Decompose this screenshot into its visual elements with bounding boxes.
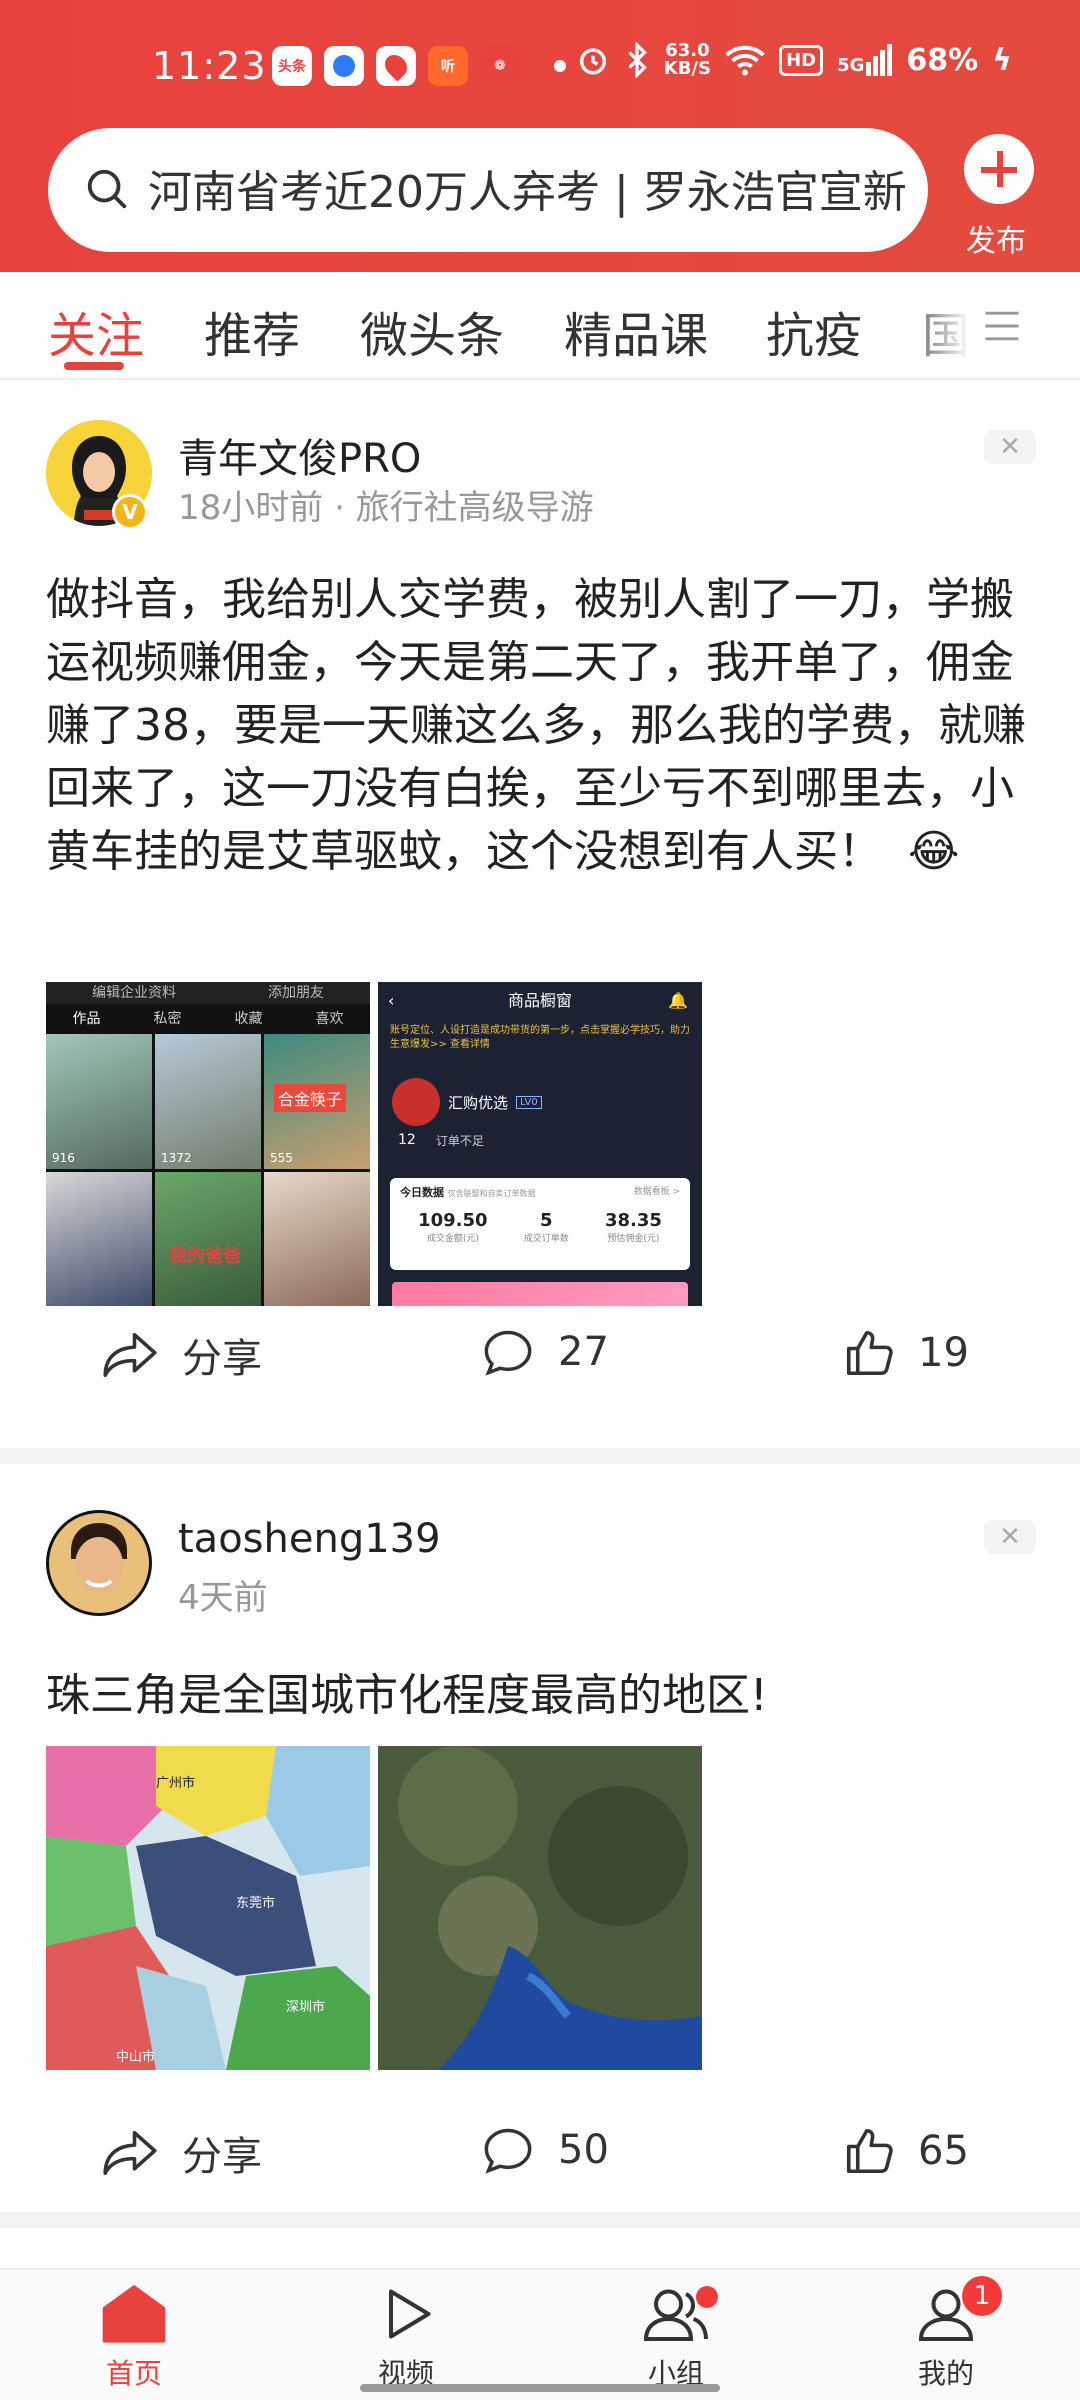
home-indicator[interactable] [360, 2384, 720, 2392]
publish-button[interactable]: 发布 [964, 134, 1034, 260]
post-image-2[interactable]: ‹ 商品橱窗 🔔 账号定位、人设打造是成功带货的第一步，点击掌握必学技巧，助力生意爆… [378, 982, 702, 1306]
tab-micro-headline[interactable]: 微头条 [360, 296, 504, 366]
nav-me[interactable]: 我的 1 [886, 2276, 1006, 2392]
charging-icon: ϟ [992, 42, 1012, 78]
comment-icon [484, 2128, 532, 2174]
post-actions: 分享 50 65 [0, 2124, 1080, 2204]
satellite-map-icon [378, 1746, 702, 2070]
publish-label: 发布 [966, 224, 1026, 259]
post-meta: 4天前 [178, 1578, 268, 1618]
nav-groups[interactable]: 小组 [616, 2284, 736, 2392]
dismiss-button[interactable]: ✕ [984, 430, 1036, 464]
post-text: 做抖音，我给别人交学费，被别人割了一刀，学搬运视频赚佣金，今天是第二天了，我开单… [46, 574, 1026, 877]
share-button[interactable]: 分享 [100, 1326, 262, 1384]
share-icon [103, 1332, 157, 1378]
bottom-nav: 首页 视频 小组 我的 1 [0, 2268, 1080, 2400]
verified-badge: V [112, 494, 148, 530]
post-actions [0, 1464, 1080, 1544]
like-button[interactable]: 65 [842, 2124, 969, 2178]
post-actions: 分享 27 19 [0, 1326, 1080, 1406]
tab-following[interactable]: 关注 [48, 296, 144, 366]
notification-dot-icon [554, 60, 566, 72]
gift-app-icon: ❁ [480, 46, 520, 86]
signal-icon: 5G [837, 44, 893, 76]
net-speed: 63.0 KB/S [663, 40, 712, 79]
active-tab-indicator [64, 362, 124, 370]
audio-app-icon: 听 [428, 46, 468, 86]
search-bar[interactable]: 河南省考近20万人弃考 | 罗永浩官宣新 [48, 128, 928, 252]
notification-badge: 1 [962, 2276, 1002, 2316]
post-image-map[interactable]: 广州市 东莞市 深圳市 中山市 [46, 1746, 370, 2070]
post-separator [0, 2212, 1080, 2228]
tab-fade [910, 290, 970, 360]
search-icon [87, 169, 127, 209]
category-tabs: 关注 推荐 微头条 精品课 抗疫 国 [0, 272, 1080, 380]
bluetooth-icon [628, 42, 647, 78]
toutiao-app-icon: 头条 [272, 46, 312, 86]
thumbs-up-icon [846, 1330, 893, 1376]
author-name[interactable]: 青年文俊PRO [178, 426, 421, 484]
comment-icon [484, 1330, 532, 1376]
battery-level: 68% [906, 42, 979, 78]
plus-icon [964, 134, 1034, 204]
wifi-icon [725, 45, 765, 76]
thumbs-up-icon [846, 2128, 893, 2174]
tab-anti-epidemic[interactable]: 抗疫 [766, 296, 862, 366]
tab-recommend[interactable]: 推荐 [204, 296, 300, 366]
home-icon [102, 2285, 166, 2343]
laughing-emoji-icon: 😂 [908, 826, 960, 877]
browser-app-icon [324, 46, 364, 86]
comment-button[interactable]: 50 [480, 2124, 609, 2176]
status-right: 63.0 KB/S HD 5G 68% ϟ [576, 42, 1012, 78]
menu-icon[interactable] [980, 304, 1024, 348]
post-meta: 18小时前 · 旅行社高级导游 [178, 488, 594, 528]
post-image-1[interactable]: 编辑企业资料 添加朋友 作品 私密 收藏 喜欢 916 1372 合金筷子 555 我的爸… [46, 982, 370, 1306]
location-app-icon [376, 46, 416, 86]
tab-premium-course[interactable]: 精品课 [564, 296, 708, 366]
nav-home[interactable]: 首页 [74, 2284, 194, 2392]
feed-post[interactable]: V 青年文俊PRO 18小时前 · 旅行社高级导游 ✕ 做抖音，我给别人交学费，… [0, 382, 1080, 1446]
alarm-icon [579, 48, 606, 75]
share-button[interactable]: 分享 [100, 2124, 262, 2182]
post-text: 珠三角是全国城市化程度最高的地区! [46, 1670, 768, 1721]
status-time: 11:23 [152, 44, 267, 88]
notification-icons: 头条 听 ❁ [272, 46, 520, 86]
post-separator [0, 1448, 1080, 1464]
pearl-river-delta-map-icon [46, 1746, 370, 2070]
status-bar: 11:23 头条 听 ❁ 63.0 KB/S HD 5G 68% ϟ [0, 40, 1080, 96]
nav-video[interactable]: 视频 [346, 2284, 466, 2392]
post-image-satellite[interactable] [378, 1746, 702, 2070]
notification-dot [696, 2286, 718, 2308]
search-query: 河南省考近20万人弃考 | 罗永浩官宣新 [148, 167, 907, 218]
like-button[interactable]: 19 [842, 1326, 969, 1380]
share-icon [103, 2130, 157, 2176]
comment-button[interactable]: 27 [480, 1326, 609, 1378]
hd-badge: HD [779, 44, 824, 76]
top-header: 11:23 头条 听 ❁ 63.0 KB/S HD 5G 68% ϟ 河南省考近2… [0, 0, 1080, 272]
feed-post[interactable]: taosheng139 4天前 ✕ 珠三角是全国城市化程度最高的地区! 广州市 … [0, 1464, 1080, 2224]
play-icon [389, 2289, 431, 2339]
